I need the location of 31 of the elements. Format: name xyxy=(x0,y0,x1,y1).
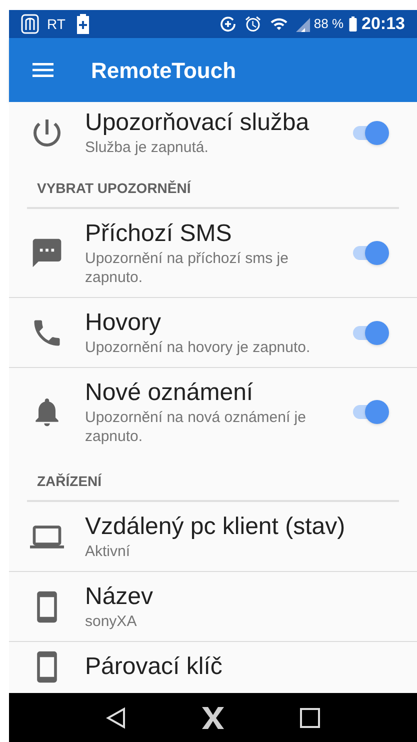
item-title: Vzdálený pc klient (stav) xyxy=(85,512,346,542)
alarm-icon xyxy=(244,15,262,33)
item-subtitle: Aktivní xyxy=(85,542,132,561)
section-header: ZAŘÍZENÍ xyxy=(37,473,102,489)
sync-circle-icon xyxy=(220,16,236,32)
toggle-switch[interactable] xyxy=(351,120,389,146)
item-subtitle: sonyXA xyxy=(85,612,138,631)
toggle-switch[interactable] xyxy=(351,320,389,346)
battery-plus-icon xyxy=(77,14,90,34)
item-title: Název xyxy=(85,582,154,612)
item-subtitle: Služba je zapnutá. xyxy=(85,138,210,157)
home-button[interactable] xyxy=(200,706,226,730)
toggle-switch[interactable] xyxy=(351,399,389,425)
item-title: Příchozí SMS xyxy=(85,219,233,249)
recents-button[interactable] xyxy=(300,708,320,728)
app-logo-icon xyxy=(21,14,39,34)
item-subtitle: Upozornění na příchozí sms je zapnuto. xyxy=(85,249,290,287)
item-subtitle: Upozornění na nová oznámení je zapnuto. xyxy=(85,408,307,446)
app-title: RemoteTouch xyxy=(91,56,236,84)
item-subtitle: Upozornění na hovory je zapnuto. xyxy=(85,338,312,357)
battery-percent: 88 % xyxy=(314,15,344,34)
signal-icon xyxy=(296,16,310,32)
item-title: Nové oznámení xyxy=(85,378,254,408)
item-title: Hovory xyxy=(85,308,162,338)
clock-time: 20:13 xyxy=(362,13,405,36)
item-title: Upozorňovací služba xyxy=(85,108,310,138)
back-button[interactable] xyxy=(106,706,126,728)
section-header: VYBRAT UPOZORNĚNÍ xyxy=(37,180,191,196)
carrier-label: RT xyxy=(47,14,66,34)
toggle-switch[interactable] xyxy=(351,240,389,266)
item-title: Párovací klíč xyxy=(85,652,224,682)
